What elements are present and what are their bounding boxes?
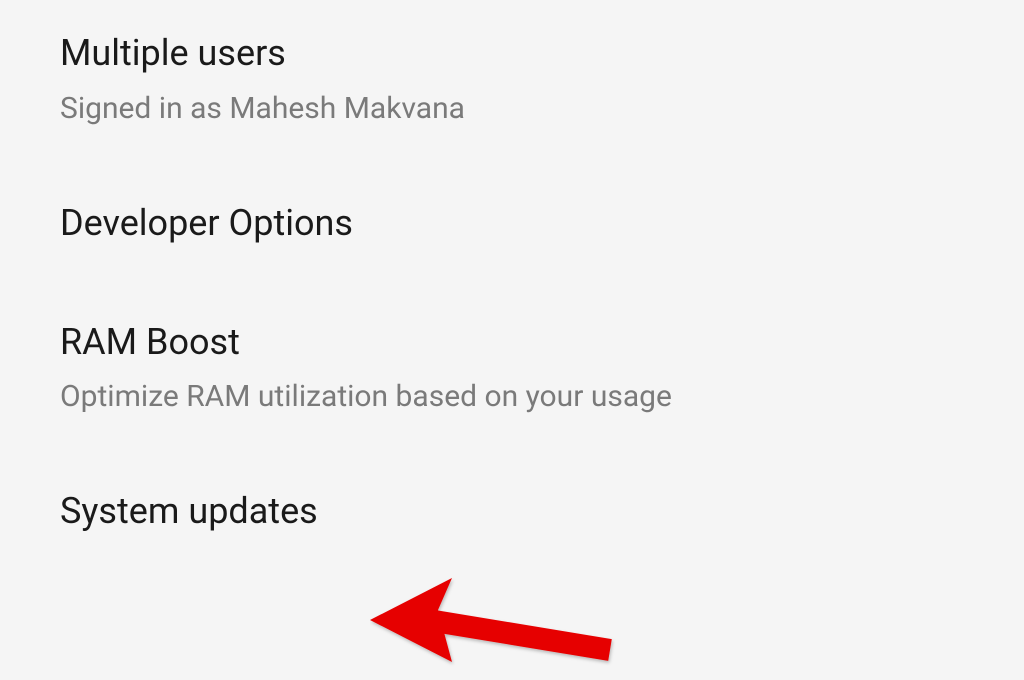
settings-item-multiple-users[interactable]: Multiple users Signed in as Mahesh Makva…: [0, 0, 1024, 164]
settings-item-developer-options[interactable]: Developer Options: [0, 164, 1024, 283]
settings-item-title: Multiple users: [60, 30, 1024, 77]
settings-item-subtitle: Optimize RAM utilization based on your u…: [60, 377, 1024, 416]
settings-item-title: RAM Boost: [60, 319, 1024, 366]
settings-item-title: System updates: [60, 488, 1024, 535]
arrow-annotation-icon: [370, 560, 650, 680]
settings-item-subtitle: Signed in as Mahesh Makvana: [60, 89, 1024, 128]
settings-item-system-updates[interactable]: System updates: [0, 452, 1024, 571]
settings-list: Multiple users Signed in as Mahesh Makva…: [0, 0, 1024, 571]
settings-item-ram-boost[interactable]: RAM Boost Optimize RAM utilization based…: [0, 283, 1024, 453]
settings-item-title: Developer Options: [60, 200, 1024, 247]
